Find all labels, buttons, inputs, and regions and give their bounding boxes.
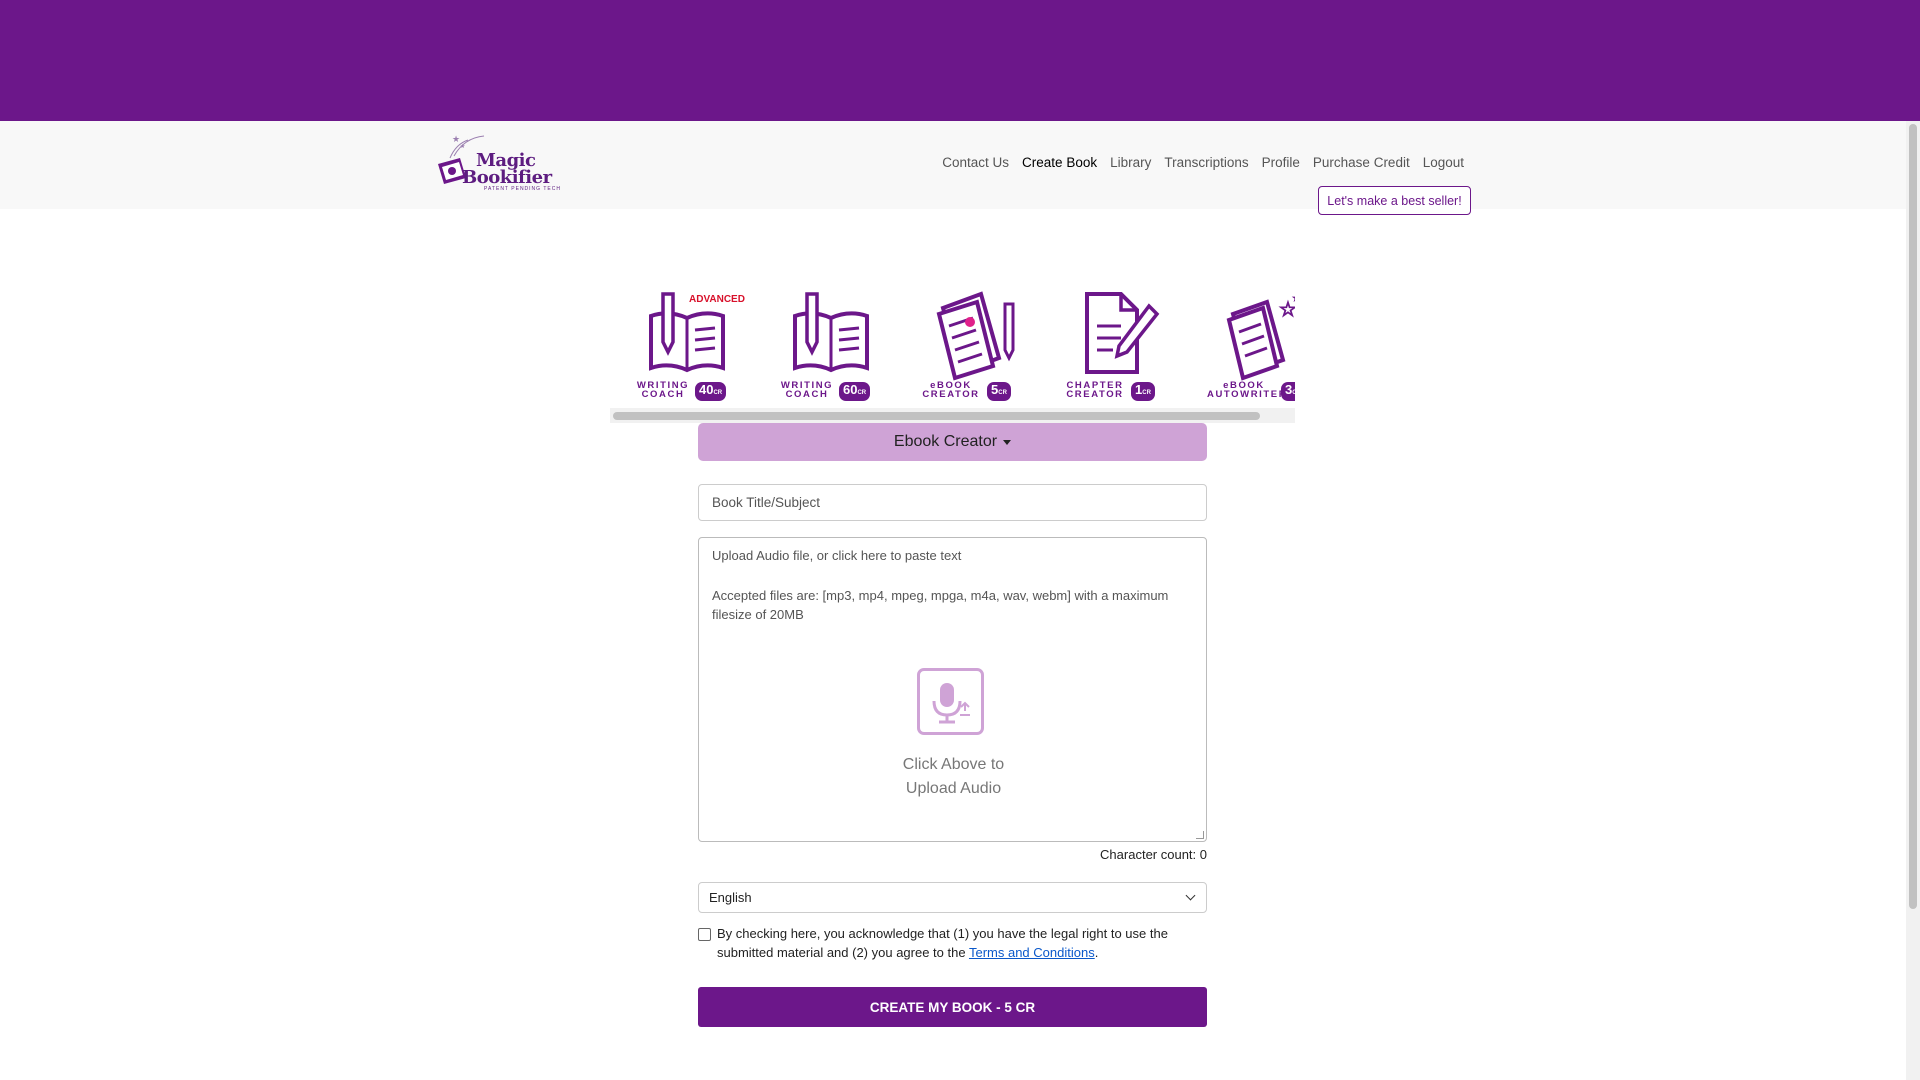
text-area-placeholder: Upload Audio file, or click here to past…	[712, 548, 962, 563]
selected-tool-label: Ebook Creator	[893, 433, 998, 450]
tool-label-line2: COACH	[641, 389, 685, 400]
credit-badge: 1CR	[1131, 382, 1155, 401]
svg-text:★: ★	[452, 134, 460, 144]
pages-pencil-icon	[936, 291, 1015, 381]
best-seller-button[interactable]: Let's make a best seller!	[1318, 186, 1471, 215]
logo-tagline: PATENT PENDING TECH	[484, 186, 561, 192]
logo[interactable]: ★ ★ Magic Bookifier PATENT PENDING TECH	[432, 134, 561, 194]
credit-badge: 3CR	[1281, 382, 1295, 401]
document-pencil-icon	[1085, 292, 1160, 374]
tool-select-dropdown[interactable]: Ebook Creator	[698, 423, 1207, 461]
chevron-down-icon	[1185, 890, 1196, 901]
tool-writing-coach[interactable]: WRITING COACH 60CR	[775, 282, 885, 401]
tool-label-line2: AUTOWRITER	[1207, 389, 1288, 400]
svg-text:★: ★	[1291, 291, 1295, 305]
upload-audio-label: Click Above to Upload Audio	[902, 756, 1005, 797]
carousel-scroll-thumb[interactable]	[613, 412, 1260, 420]
book-title-input[interactable]	[698, 484, 1207, 521]
tool-ebook-creator[interactable]: eBOOK CREATOR 5CR	[919, 282, 1029, 401]
language-select[interactable]: English	[698, 882, 1207, 913]
upload-audio-button[interactable]	[917, 668, 984, 735]
svg-text:★: ★	[460, 143, 465, 150]
tool-label-line2: CREATOR	[1066, 389, 1124, 400]
nav-library[interactable]: Library	[1110, 155, 1151, 170]
tool-label-line2: COACH	[785, 389, 829, 400]
create-book-button[interactable]: CREATE MY BOOK - 5 CR	[698, 987, 1207, 1027]
nav-profile[interactable]: Profile	[1262, 155, 1300, 170]
nav-transcriptions[interactable]: Transcriptions	[1164, 155, 1248, 170]
nav-logout[interactable]: Logout	[1423, 155, 1464, 170]
resize-handle-icon[interactable]	[1196, 831, 1204, 839]
character-count: Character count: 0	[1100, 847, 1207, 862]
selected-language: English	[709, 890, 752, 905]
caret-down-icon	[1003, 439, 1012, 445]
pages-stars-icon: ☆ ★	[1226, 291, 1295, 381]
credit-badge: 60CR	[839, 382, 871, 401]
consent-checkbox[interactable]	[698, 928, 711, 941]
advanced-tag: ADVANCED	[689, 294, 745, 305]
tool-carousel: ADVANCED WRITING COACH 40CR WRITING COAC…	[610, 278, 1295, 423]
text-or-audio-input[interactable]: Upload Audio file, or click here to past…	[698, 537, 1207, 842]
top-banner	[0, 0, 1920, 121]
logo-line2: Bookifier	[462, 167, 552, 188]
accepted-files-note: Accepted files are: [mp3, mp4, mpeg, mpg…	[712, 588, 1169, 622]
microphone-upload-icon	[932, 683, 970, 724]
nav-contact-us[interactable]: Contact Us	[942, 155, 1009, 170]
nav-create-book[interactable]: Create Book	[1022, 155, 1097, 170]
consent-text: By checking here, you acknowledge that (…	[717, 926, 1168, 960]
book-pencil-icon	[793, 292, 869, 373]
tool-writing-coach-advanced[interactable]: ADVANCED WRITING COACH 40CR	[631, 282, 745, 401]
credit-badge: 5CR	[987, 382, 1011, 401]
tool-chapter-creator[interactable]: CHAPTER CREATOR 1CR	[1063, 282, 1173, 401]
tool-ebook-autowriter[interactable]: ☆ ★ eBOOK AUTOWRITER 3CR	[1207, 282, 1295, 401]
credit-badge: 40CR	[695, 382, 727, 401]
page-scroll-thumb[interactable]	[1909, 124, 1917, 909]
terms-link[interactable]: Terms and Conditions	[969, 945, 1095, 960]
tool-label-line2: CREATOR	[922, 389, 980, 400]
nav-purchase-credit[interactable]: Purchase Credit	[1313, 155, 1410, 170]
nav-links: Contact Us Create Book Library Transcrip…	[942, 155, 1464, 170]
